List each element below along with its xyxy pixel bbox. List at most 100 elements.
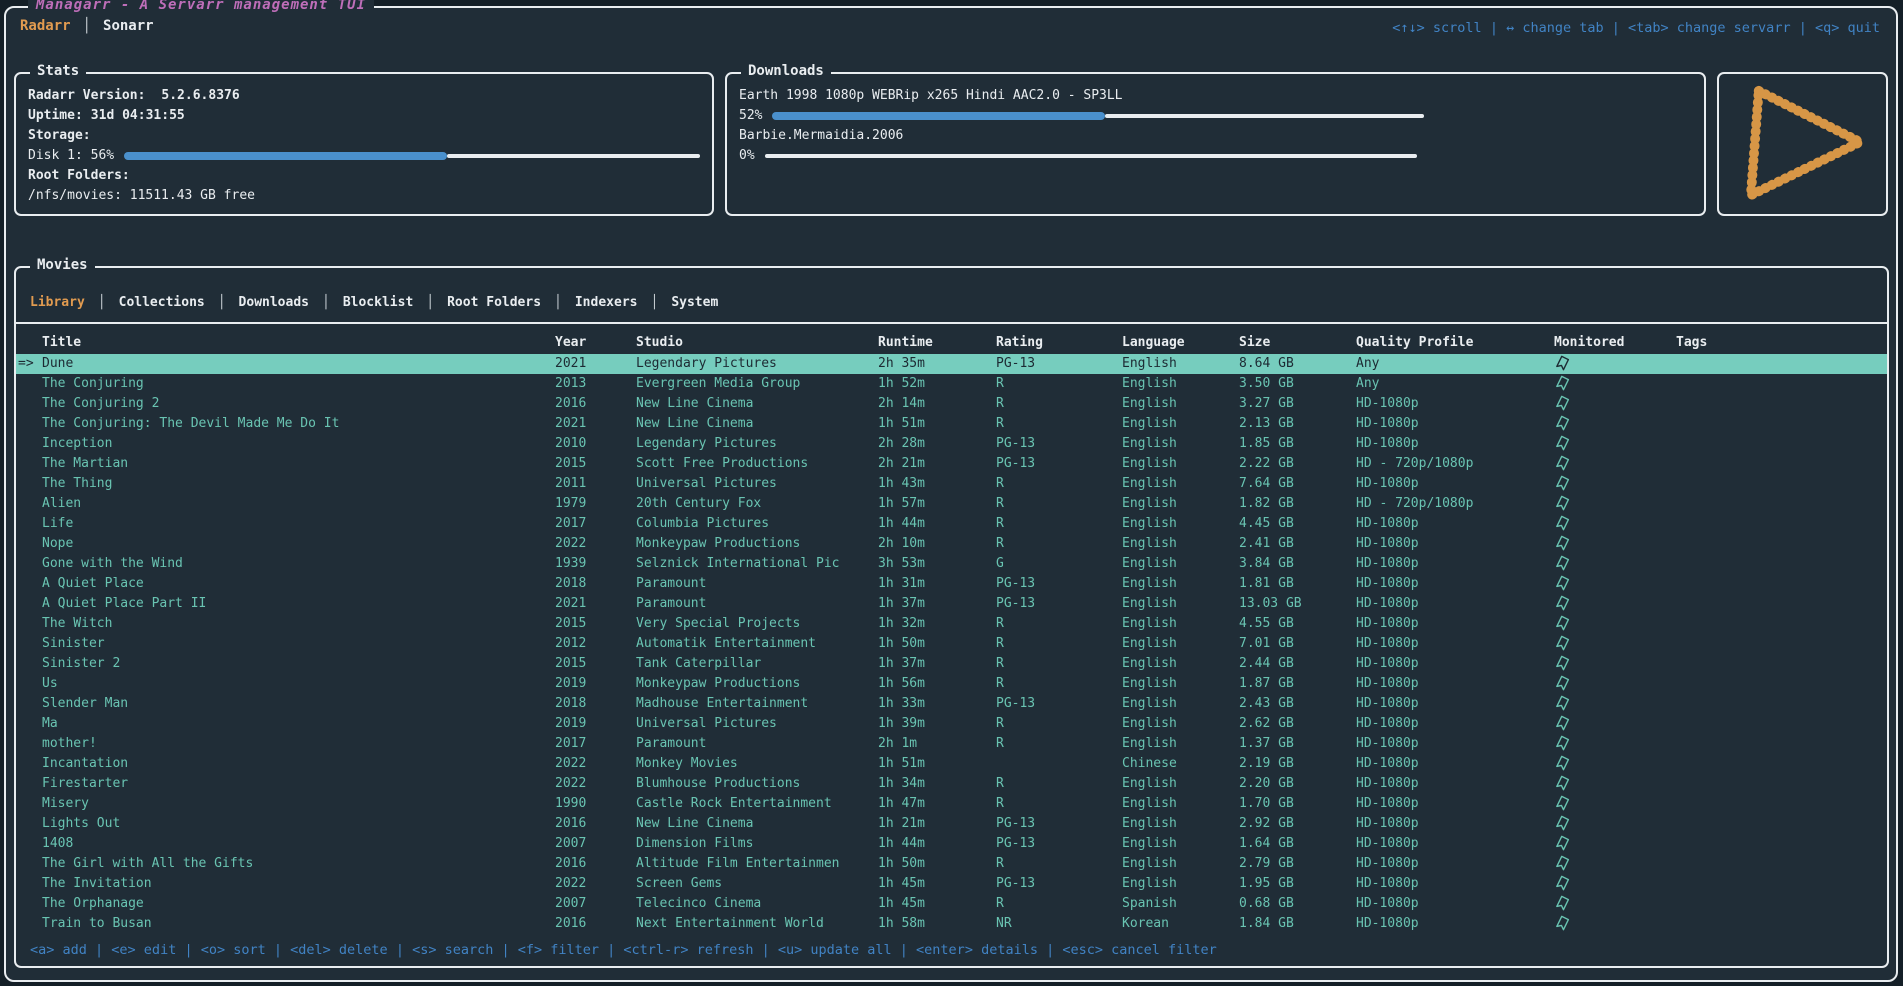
tab-separator: │ (98, 295, 106, 310)
movie-cell-tags (1676, 534, 1885, 554)
movie-row[interactable]: The Orphanage2007Telecinco Cinema1h 45mR… (16, 894, 1887, 914)
movie-cell-quality: HD-1080p (1356, 694, 1554, 714)
movie-row[interactable]: Alien197920th Century Fox1h 57mREnglish1… (16, 494, 1887, 514)
movie-cell-tags (1676, 714, 1885, 734)
bookmark-icon (1554, 834, 1571, 854)
movie-row[interactable]: The Invitation2022Screen Gems1h 45mPG-13… (16, 874, 1887, 894)
movie-row[interactable]: Slender Man2018Madhouse Entertainment1h … (16, 694, 1887, 714)
movie-cell-language: English (1122, 814, 1239, 834)
tab-separator: │ (426, 295, 434, 310)
movie-row[interactable]: mother!2017Paramount2h 1mREnglish1.37 GB… (16, 734, 1887, 754)
movie-cell-quality: HD-1080p (1356, 394, 1554, 414)
movie-cell-rating: R (996, 394, 1122, 414)
movie-title: Nope (42, 534, 73, 554)
selected-row-prefix (18, 714, 42, 734)
movie-row[interactable]: The Witch2015Very Special Projects1h 32m… (16, 614, 1887, 634)
movie-row[interactable]: Lights Out2016New Line Cinema1h 21mPG-13… (16, 814, 1887, 834)
movie-title: Gone with the Wind (42, 554, 183, 574)
movie-cell-rating: R (996, 894, 1122, 914)
movie-cell-monitored (1554, 694, 1676, 714)
movie-row[interactable]: =>Dune2021Legendary Pictures2h 35mPG-13E… (16, 354, 1887, 374)
movie-cell-title: Inception (18, 434, 555, 454)
movie-cell-monitored (1554, 374, 1676, 394)
movie-row[interactable]: Misery1990Castle Rock Entertainment1h 47… (16, 794, 1887, 814)
movie-cell-language: English (1122, 354, 1239, 374)
movie-cell-monitored (1554, 794, 1676, 814)
movie-title: The Martian (42, 454, 128, 474)
bookmark-icon (1554, 514, 1571, 534)
movie-row[interactable]: Gone with the Wind1939Selznick Internati… (16, 554, 1887, 574)
movie-row[interactable]: Sinister2012Automatik Entertainment1h 50… (16, 634, 1887, 654)
movie-row[interactable]: The Conjuring 22016New Line Cinema2h 14m… (16, 394, 1887, 414)
movie-cell-runtime: 1h 50m (878, 634, 996, 654)
movie-row[interactable]: Incantation2022Monkey Movies1h 51mChines… (16, 754, 1887, 774)
movie-row[interactable]: The Martian2015Scott Free Productions2h … (16, 454, 1887, 474)
movie-row[interactable]: Sinister 22015Tank Caterpillar1h 37mREng… (16, 654, 1887, 674)
movie-cell-tags (1676, 454, 1885, 474)
disk-usage-label: Disk 1: 56% (28, 146, 114, 166)
servarr-tab-sonarr[interactable]: Sonarr (103, 18, 154, 34)
movies-tab-collections[interactable]: Collections (119, 295, 205, 310)
movie-cell-runtime: 1h 44m (878, 834, 996, 854)
movie-cell-tags (1676, 494, 1885, 514)
keybar-item: <del> delete (290, 942, 388, 958)
disk-usage-line: Disk 1: 56% (28, 146, 700, 166)
movie-row[interactable]: Ma2019Universal Pictures1h 39mREnglish2.… (16, 714, 1887, 734)
movie-row[interactable]: Nope2022Monkeypaw Productions2h 10mREngl… (16, 534, 1887, 554)
movie-cell-rating: R (996, 374, 1122, 394)
movie-title: The Thing (42, 474, 112, 494)
movie-cell-studio: Universal Pictures (636, 714, 878, 734)
movies-tab-indexers[interactable]: Indexers (575, 295, 638, 310)
movie-row[interactable]: 14082007Dimension Films1h 44mPG-13Englis… (16, 834, 1887, 854)
movie-cell-language: English (1122, 434, 1239, 454)
movie-row[interactable]: Us2019Monkeypaw Productions1h 56mREnglis… (16, 674, 1887, 694)
movies-tab-blocklist[interactable]: Blocklist (343, 295, 413, 310)
movie-cell-monitored (1554, 854, 1676, 874)
movie-row[interactable]: Train to Busan2016Next Entertainment Wor… (16, 914, 1887, 934)
movie-cell-studio: Selznick International Pic (636, 554, 878, 574)
movie-cell-monitored (1554, 394, 1676, 414)
movie-cell-rating: R (996, 534, 1122, 554)
download-progress-track (765, 154, 1417, 158)
movie-cell-language: English (1122, 454, 1239, 474)
movie-row[interactable]: The Thing2011Universal Pictures1h 43mREn… (16, 474, 1887, 494)
movies-tab-downloads[interactable]: Downloads (239, 295, 309, 310)
movie-cell-monitored (1554, 454, 1676, 474)
movie-row[interactable]: Firestarter2022Blumhouse Productions1h 3… (16, 774, 1887, 794)
movie-cell-runtime: 1h 34m (878, 774, 996, 794)
movie-row[interactable]: The Conjuring2013Evergreen Media Group1h… (16, 374, 1887, 394)
bookmark-icon (1554, 374, 1571, 394)
movie-cell-rating: R (996, 414, 1122, 434)
movies-tab-root-folders[interactable]: Root Folders (447, 295, 541, 310)
movie-row[interactable]: A Quiet Place2018Paramount1h 31mPG-13Eng… (16, 574, 1887, 594)
movie-cell-quality: HD-1080p (1356, 854, 1554, 874)
movie-cell-rating: PG-13 (996, 834, 1122, 854)
movie-cell-tags (1676, 614, 1885, 634)
movie-cell-studio: 20th Century Fox (636, 494, 878, 514)
movie-cell-rating: R (996, 494, 1122, 514)
movie-cell-year: 2016 (555, 914, 636, 934)
movie-row[interactable]: Life2017Columbia Pictures1h 44mREnglish4… (16, 514, 1887, 534)
movie-cell-size: 1.84 GB (1239, 914, 1356, 934)
movie-cell-tags (1676, 834, 1885, 854)
movies-tab-system[interactable]: System (671, 295, 718, 310)
movie-row[interactable]: The Conjuring: The Devil Made Me Do It20… (16, 414, 1887, 434)
tab-separator: │ (218, 295, 226, 310)
movie-cell-year: 1990 (555, 794, 636, 814)
movies-tab-library[interactable]: Library (30, 295, 85, 310)
servarr-tab-radarr[interactable]: Radarr (20, 18, 71, 34)
movie-cell-rating: PG-13 (996, 594, 1122, 614)
movie-cell-studio: Castle Rock Entertainment (636, 794, 878, 814)
keybar-separator: | (176, 942, 200, 958)
movie-cell-title: A Quiet Place Part II (18, 594, 555, 614)
movie-row[interactable]: Inception2010Legendary Pictures2h 28mPG-… (16, 434, 1887, 454)
bookmark-icon (1554, 594, 1571, 614)
row-prefix-spacer (18, 333, 42, 353)
help-item: <tab> change servarr (1628, 20, 1791, 36)
movie-row[interactable]: A Quiet Place Part II2021Paramount1h 37m… (16, 594, 1887, 614)
movie-cell-year: 2022 (555, 534, 636, 554)
movie-cell-tags (1676, 794, 1885, 814)
bookmark-icon (1554, 354, 1571, 374)
movie-cell-size: 4.45 GB (1239, 514, 1356, 534)
movie-row[interactable]: The Girl with All the Gifts2016Altitude … (16, 854, 1887, 874)
